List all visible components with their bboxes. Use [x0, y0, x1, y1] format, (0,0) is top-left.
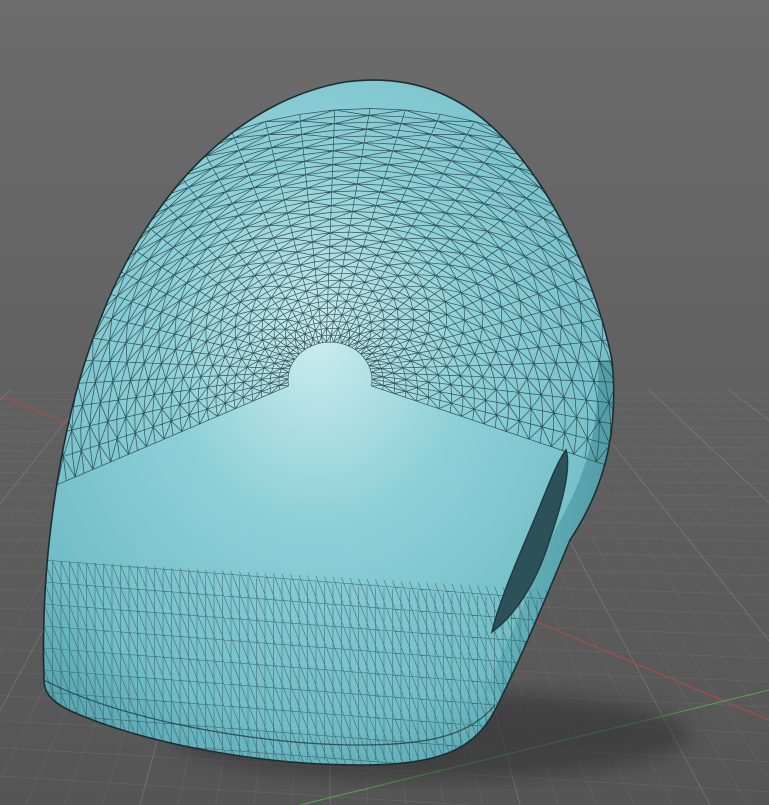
3d-viewport[interactable]: [0, 0, 769, 805]
3d-scene[interactable]: [0, 0, 769, 805]
